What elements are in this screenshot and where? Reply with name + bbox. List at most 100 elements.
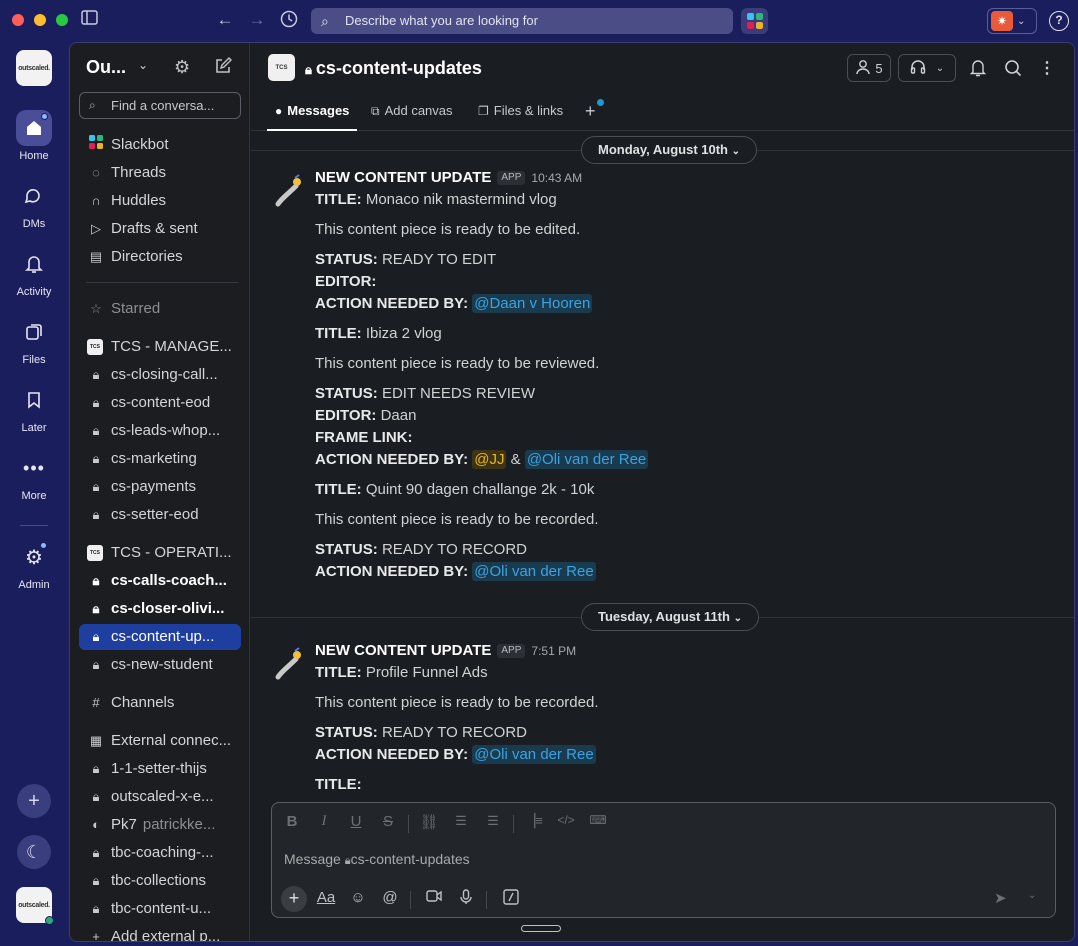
search-bar[interactable]: ⌕ Describe what you are looking for	[311, 8, 733, 34]
shortcuts-icon[interactable]	[500, 889, 522, 909]
user-mention[interactable]: @Oli van der Ree	[524, 450, 649, 469]
sidebar-channel[interactable]: 🔒︎ cs-closing-call...	[79, 362, 241, 388]
sidebar-channel[interactable]: 🔒︎ outscaled-x-e...	[79, 784, 241, 810]
blockquote-icon[interactable]: ▕≡	[523, 813, 545, 829]
rail-more[interactable]: ••• More	[0, 450, 68, 503]
message-line: TITLE: Monaco nik mastermind vlog	[315, 191, 557, 208]
sidebar-channel[interactable]: 🔒︎ cs-leads-whop...	[79, 418, 241, 444]
rail-activity[interactable]: Activity	[0, 246, 68, 298]
sender-name[interactable]: NEW CONTENT UPDATE	[315, 642, 491, 659]
code-icon[interactable]: </>	[555, 813, 577, 827]
rail-admin[interactable]: ⚙ Admin	[0, 539, 68, 591]
sender-name[interactable]: NEW CONTENT UPDATE	[315, 169, 491, 186]
code-block-icon[interactable]: ⌨	[587, 813, 609, 827]
user-mention[interactable]: @Oli van der Ree	[472, 562, 596, 581]
italic-icon[interactable]: I	[313, 813, 335, 830]
timestamp[interactable]: 7:51 PM	[531, 644, 576, 658]
huddle-button[interactable]: ⌄	[898, 54, 956, 82]
attach-plus-button[interactable]: +	[281, 886, 307, 912]
sidebar-channel-unread[interactable]: 🔒︎ cs-calls-coach...	[79, 568, 241, 594]
ordered-list-icon[interactable]: ☰	[450, 813, 472, 829]
sidebar-section-team1[interactable]: TCS TCS - MANAGE...	[79, 334, 241, 360]
user-mention[interactable]: @Oli van der Ree	[472, 745, 596, 764]
message-input[interactable]: Message 🔒︎cs-content-updates	[284, 851, 470, 868]
history-icon[interactable]	[278, 10, 300, 33]
sidebar-channel[interactable]: 🔒︎ tbc-coaching-...	[79, 840, 241, 866]
sidebar-item-huddles[interactable]: ∩ Huddles	[79, 188, 241, 214]
rail-dms[interactable]: DMs	[0, 178, 68, 230]
rail-files[interactable]: Files	[0, 314, 68, 366]
back-arrow-icon[interactable]: ←	[214, 10, 236, 30]
user-mention[interactable]: @Daan v Hooren	[472, 294, 593, 313]
resize-handle[interactable]	[521, 925, 561, 932]
settings-icon[interactable]: ⚙	[174, 57, 190, 78]
mention-icon[interactable]: @	[379, 889, 401, 906]
rail-later[interactable]: Later	[0, 382, 68, 434]
compose-icon[interactable]	[214, 57, 232, 80]
user-status-button[interactable]: ✷ ⌄	[987, 8, 1037, 34]
app-avatar[interactable]	[271, 646, 307, 682]
members-button[interactable]: 5	[847, 54, 891, 82]
add-external-button[interactable]: + Add external p...	[79, 924, 241, 941]
sidebar-toggle-icon[interactable]	[78, 10, 100, 30]
sidebar-section-team2[interactable]: TCS TCS - OPERATI...	[79, 540, 241, 566]
sidebar-channel[interactable]: 🔒︎ 1-1-setter-thijs	[79, 756, 241, 782]
message-line: This content piece is ready to be edited…	[315, 221, 581, 238]
sidebar-channel[interactable]: 🔒︎ cs-payments	[79, 474, 241, 500]
sidebar-channel-selected[interactable]: 🔒︎ cs-content-up...	[79, 624, 241, 650]
send-icon[interactable]: ➤	[994, 889, 1007, 907]
formatting-icon[interactable]: Aa	[315, 889, 337, 906]
sidebar-section-external[interactable]: ▦ External connec...	[79, 728, 241, 754]
chevron-down-icon[interactable]: ⌄	[1028, 890, 1036, 901]
moon-icon[interactable]: ☾	[17, 835, 51, 869]
bold-icon[interactable]: B	[281, 813, 303, 830]
sidebar-channel[interactable]: 🔒︎ cs-marketing	[79, 446, 241, 472]
find-conversation-input[interactable]: ⌕ Find a conversa...	[79, 92, 241, 119]
sidebar-channel[interactable]: 🔒︎ cs-new-student	[79, 652, 241, 678]
user-avatar[interactable]: outscaled.	[16, 887, 54, 925]
sidebar-channel[interactable]: 🔒︎ cs-content-eod	[79, 390, 241, 416]
workspace-logo[interactable]: outscaled.	[16, 50, 52, 86]
strikethrough-icon[interactable]: S	[377, 813, 399, 830]
bullet-list-icon[interactable]: ☰	[482, 813, 504, 829]
tab-messages[interactable]: ● Messages	[267, 95, 358, 131]
sidebar-channel[interactable]: 🔒︎ tbc-collections	[79, 868, 241, 894]
help-icon[interactable]: ?	[1049, 11, 1069, 31]
tab-files-links[interactable]: ❐ Files & links	[478, 95, 563, 131]
workspace-name[interactable]: Ou...	[86, 57, 126, 78]
emoji-icon[interactable]: ☺	[347, 889, 369, 906]
microphone-icon[interactable]	[455, 889, 477, 909]
sidebar-dm[interactable]: ◐ Pk7 patrickke...	[79, 812, 241, 838]
chevron-down-icon[interactable]: ⌄	[138, 58, 148, 72]
link-icon[interactable]: ⛓	[418, 813, 440, 831]
close-window-button[interactable]	[12, 14, 24, 26]
minimize-window-button[interactable]	[34, 14, 46, 26]
sidebar-item-drafts[interactable]: ▷ Drafts & sent	[79, 216, 241, 242]
add-tab-button[interactable]: +	[585, 99, 604, 122]
add-workspace-button[interactable]: +	[17, 784, 51, 818]
underline-icon[interactable]: U	[345, 813, 367, 830]
sidebar-item-directories[interactable]: ▤ Directories	[79, 244, 241, 270]
tab-add-canvas[interactable]: ⧉ Add canvas	[371, 95, 453, 131]
video-icon[interactable]	[423, 889, 445, 906]
notifications-icon[interactable]	[964, 54, 992, 82]
slack-ai-button[interactable]	[741, 8, 768, 34]
sidebar-channel[interactable]: 🔒︎ cs-setter-eod	[79, 502, 241, 528]
app-avatar[interactable]	[271, 173, 307, 209]
rail-home[interactable]: Home	[0, 110, 68, 162]
sidebar-section-channels[interactable]: # Channels	[79, 690, 241, 716]
maximize-window-button[interactable]	[56, 14, 68, 26]
timestamp[interactable]: 10:43 AM	[531, 171, 582, 185]
sidebar-channel-unread[interactable]: 🔒︎ cs-closer-olivi...	[79, 596, 241, 622]
user-mention[interactable]: @JJ	[472, 450, 507, 469]
forward-arrow-icon[interactable]: →	[246, 10, 268, 30]
date-divider[interactable]: Monday, August 10th ⌄	[581, 136, 758, 164]
sidebar-channel[interactable]: 🔒︎ tbc-content-u...	[79, 896, 241, 922]
sidebar-section-starred[interactable]: ☆ Starred	[79, 296, 241, 322]
sidebar-item-threads[interactable]: ◌ Threads	[79, 160, 241, 186]
more-vertical-icon[interactable]: ⋮	[1037, 54, 1057, 82]
search-icon[interactable]	[999, 54, 1027, 82]
sidebar-item-slackbot[interactable]: Slackbot	[79, 132, 241, 158]
channel-title[interactable]: 🔒︎ cs-content-updates	[305, 58, 482, 79]
date-divider[interactable]: Tuesday, August 11th ⌄	[581, 603, 759, 631]
